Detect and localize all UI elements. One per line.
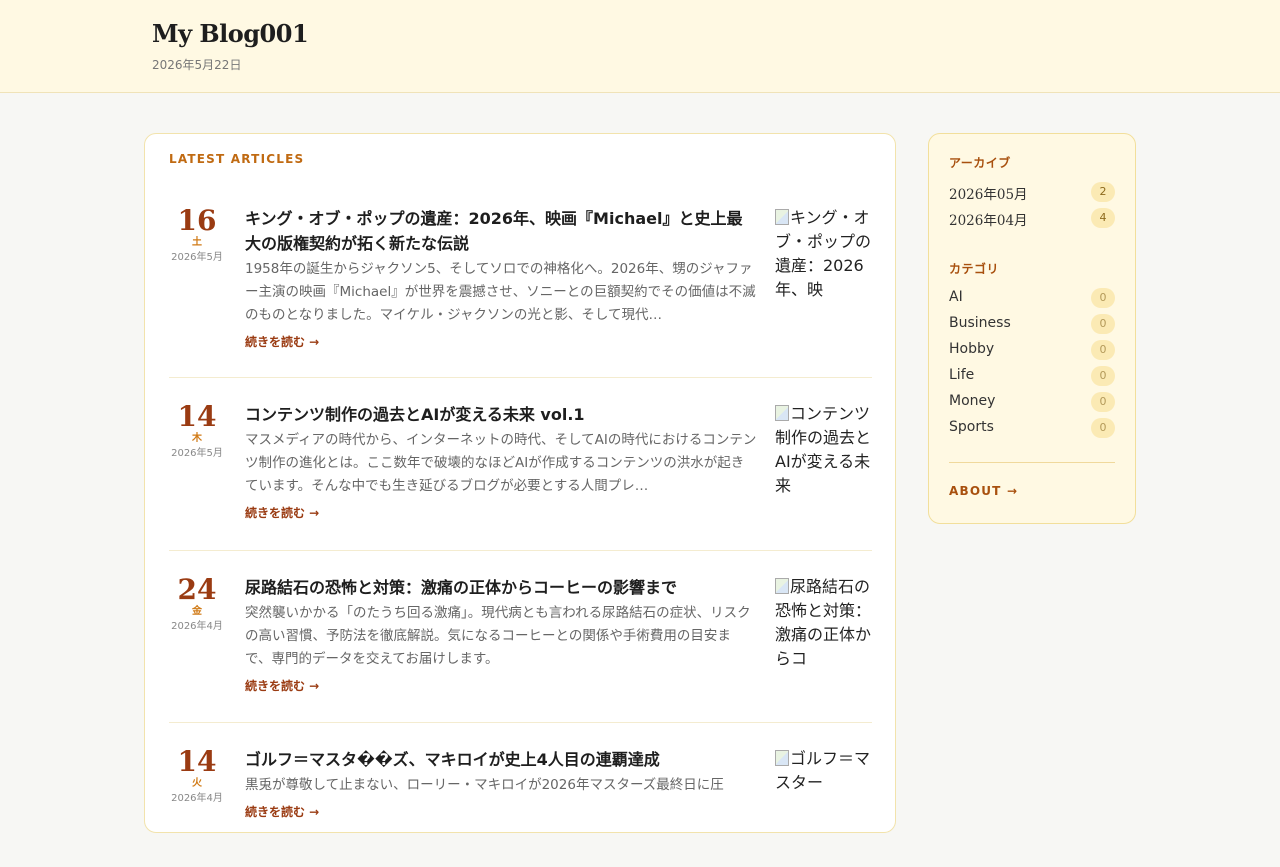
article-day: 14 xyxy=(177,400,217,433)
article-thumbnail[interactable]: キング・オブ・ポップの遺産：2026年、映 xyxy=(775,206,871,306)
read-more-link[interactable]: 続きを読む → xyxy=(245,803,319,820)
article-day: 16 xyxy=(177,204,217,237)
read-more-link[interactable]: 続きを読む → xyxy=(245,333,319,350)
thumbnail-alt-text: コンテンツ制作の過去とAIが変える未来 xyxy=(775,404,871,495)
article-weekday: 木 xyxy=(192,433,202,444)
article-date: 16 土 2026年5月 xyxy=(169,206,225,265)
latest-articles-card: LATEST ARTICLES 16 土 2026年5月 キング・オブ・ポップの… xyxy=(144,133,896,833)
category-item-money[interactable]: Money 0 xyxy=(949,391,1115,413)
section-label: LATEST ARTICLES xyxy=(169,152,305,166)
count-badge: 0 xyxy=(1091,366,1115,386)
article-weekday: 火 xyxy=(192,778,202,789)
broken-image-icon xyxy=(775,209,789,225)
article-day: 24 xyxy=(177,573,217,606)
thumbnail-alt-text: キング・オブ・ポップの遺産：2026年、映 xyxy=(775,208,871,299)
sidebar: アーカイブ 2026年05月 2 2026年04月 4 カテゴリ AI 0 Bu… xyxy=(928,133,1136,524)
category-item-label: AI xyxy=(949,289,963,305)
count-badge: 4 xyxy=(1091,208,1115,228)
article-thumbnail[interactable]: ゴルフ＝マスター xyxy=(775,747,871,847)
article-date: 24 金 2026年4月 xyxy=(169,575,225,634)
article-year-month: 2026年5月 xyxy=(171,252,223,263)
archive-item[interactable]: 2026年04月 4 xyxy=(949,207,1115,229)
category-item-ai[interactable]: AI 0 xyxy=(949,287,1115,309)
archive-item[interactable]: 2026年05月 2 xyxy=(949,181,1115,203)
article-card: 24 金 2026年4月 尿路結石の恐怖と対策：激痛の正体からコーヒーの影響まで… xyxy=(169,575,872,723)
article-card: 14 火 2026年4月 ゴルフ＝マスタ��ズ、マキロイが史上4人目の連覇達成 … xyxy=(169,747,872,867)
article-weekday: 土 xyxy=(192,237,202,248)
article-card: 14 木 2026年5月 コンテンツ制作の過去とAIが変える未来 vol.1 マ… xyxy=(169,402,872,551)
article-card: 16 土 2026年5月 キング・オブ・ポップの遺産：2026年、映画『Mich… xyxy=(169,206,872,378)
category-item-label: Business xyxy=(949,315,1011,331)
article-thumbnail[interactable]: 尿路結石の恐怖と対策：激痛の正体からコ xyxy=(775,575,871,675)
category-item-label: Sports xyxy=(949,419,994,435)
category-item-label: Money xyxy=(949,393,996,409)
category-item-hobby[interactable]: Hobby 0 xyxy=(949,339,1115,361)
read-more-link[interactable]: 続きを読む → xyxy=(245,504,319,521)
archive-heading: アーカイブ xyxy=(949,156,1011,170)
article-excerpt: 黒兎が尊敬して止まない、ローリー・マキロイが2026年マスターズ最終日に圧 xyxy=(245,777,724,793)
count-badge: 0 xyxy=(1091,314,1115,334)
category-heading: カテゴリ xyxy=(949,262,1000,276)
category-item-business[interactable]: Business 0 xyxy=(949,313,1115,335)
broken-image-icon xyxy=(775,578,789,594)
article-title[interactable]: コンテンツ制作の過去とAIが変える未来 vol.1 xyxy=(245,402,757,427)
sidebar-divider xyxy=(949,462,1115,463)
article-day: 14 xyxy=(177,745,217,778)
archive-item-label: 2026年05月 xyxy=(949,187,1028,203)
count-badge: 0 xyxy=(1091,340,1115,360)
thumbnail-alt-text: 尿路結石の恐怖と対策：激痛の正体からコ xyxy=(775,577,871,668)
article-weekday: 金 xyxy=(192,606,202,617)
article-date: 14 木 2026年5月 xyxy=(169,402,225,461)
header-date: 2026年5月22日 xyxy=(152,58,242,72)
archive-item-label: 2026年04月 xyxy=(949,213,1028,229)
count-badge: 0 xyxy=(1091,288,1115,308)
broken-image-icon xyxy=(775,405,789,421)
site-title[interactable]: My Blog001 xyxy=(152,19,309,48)
article-title[interactable]: 尿路結石の恐怖と対策：激痛の正体からコーヒーの影響まで xyxy=(245,575,757,600)
article-year-month: 2026年4月 xyxy=(171,621,223,632)
article-title[interactable]: ゴルフ＝マスタ��ズ、マキロイが史上4人目の連覇達成 xyxy=(245,747,757,772)
article-year-month: 2026年5月 xyxy=(171,448,223,459)
broken-image-icon xyxy=(775,750,789,766)
category-item-label: Hobby xyxy=(949,341,995,357)
count-badge: 0 xyxy=(1091,392,1115,412)
article-thumbnail[interactable]: コンテンツ制作の過去とAIが変える未来 xyxy=(775,402,871,502)
category-item-life[interactable]: Life 0 xyxy=(949,365,1115,387)
article-date: 14 火 2026年4月 xyxy=(169,747,225,806)
count-badge: 2 xyxy=(1091,182,1115,202)
article-excerpt: 突然襲いかかる「のたうち回る激痛」。現代病とも言われる尿路結石の症状、リスクの高… xyxy=(245,605,751,667)
article-year-month: 2026年4月 xyxy=(171,793,223,804)
article-excerpt: マスメディアの時代から、インターネットの時代、そしてAIの時代におけるコンテンツ… xyxy=(245,432,757,494)
about-link[interactable]: ABOUT → xyxy=(949,484,1018,498)
site-header: My Blog001 2026年5月22日 xyxy=(0,0,1280,93)
category-item-label: Life xyxy=(949,367,975,383)
read-more-link[interactable]: 続きを読む → xyxy=(245,677,319,694)
article-excerpt: 1958年の誕生からジャクソン5、そしてソロでの神格化へ。2026年、甥のジャフ… xyxy=(245,261,756,323)
article-title[interactable]: キング・オブ・ポップの遺産：2026年、映画『Michael』と史上最大の版権契… xyxy=(245,206,757,256)
count-badge: 0 xyxy=(1091,418,1115,438)
thumbnail-alt-text: ゴルフ＝マスター xyxy=(775,749,871,792)
category-item-sports[interactable]: Sports 0 xyxy=(949,417,1115,439)
